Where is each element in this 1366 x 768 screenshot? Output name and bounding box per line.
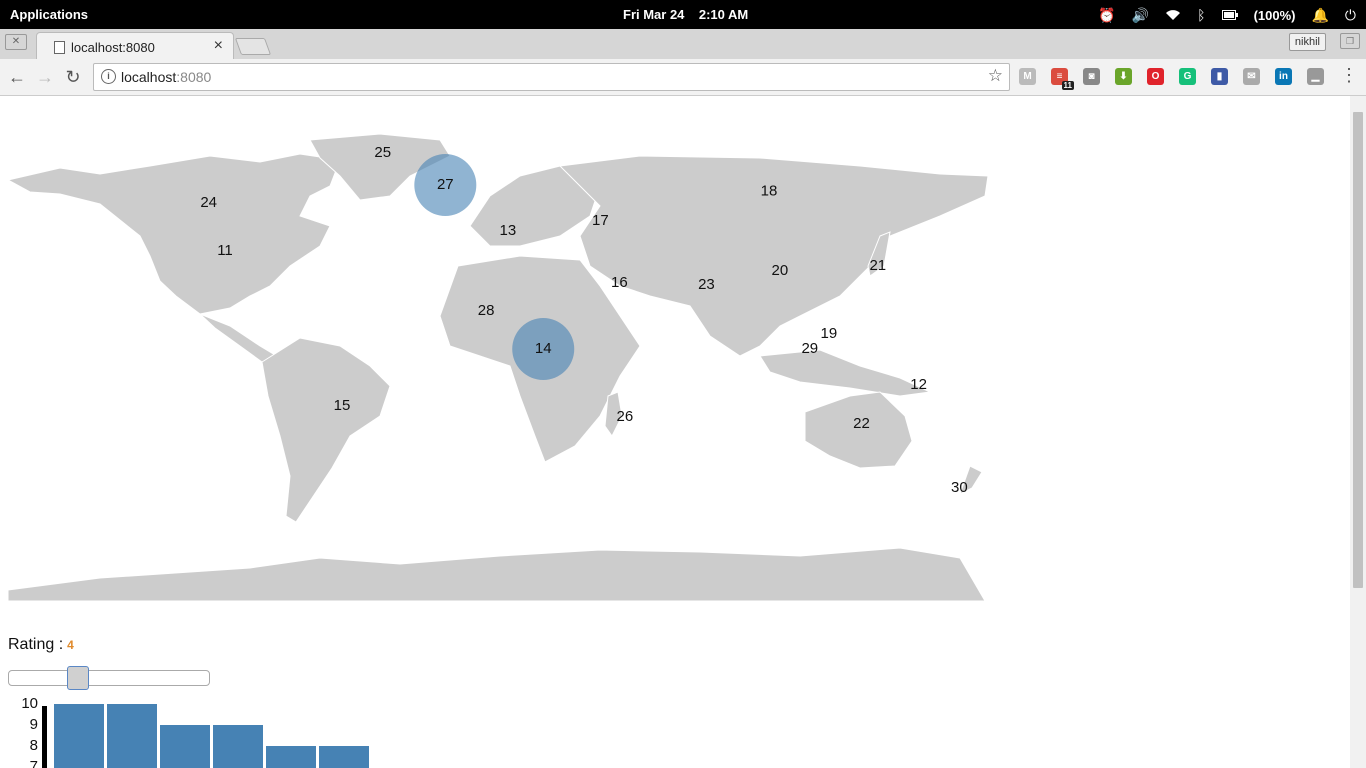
map-label-29[interactable]: 29 xyxy=(801,340,818,357)
url-port: :8080 xyxy=(176,69,212,85)
map-label-11[interactable]: 11 xyxy=(217,242,233,259)
applications-menu[interactable]: Applications xyxy=(10,7,88,22)
gmail-extension-icon[interactable]: M xyxy=(1019,68,1036,85)
scrollbar-thumb[interactable] xyxy=(1353,112,1363,588)
map-label-15[interactable]: 15 xyxy=(334,397,351,414)
bookmark-star-icon[interactable]: ☆ xyxy=(988,66,1003,86)
page-scrollbar[interactable] xyxy=(1350,96,1366,768)
system-clock[interactable]: Fri Mar 24 2:10 AM xyxy=(623,7,748,22)
linkedin-extension-icon[interactable]: in xyxy=(1275,68,1292,85)
browser-tab[interactable]: localhost:8080 × xyxy=(36,32,234,60)
wifi-icon[interactable] xyxy=(1165,9,1181,21)
inbox-extension-icon[interactable]: ✉ xyxy=(1243,68,1260,85)
bar-2[interactable] xyxy=(107,704,157,768)
bluetooth-icon[interactable]: ᛒ xyxy=(1197,7,1205,23)
se-asia-islands-shape xyxy=(759,349,932,397)
bar-6[interactable] xyxy=(319,746,369,768)
window-restore-button[interactable]: ❐ xyxy=(1340,33,1360,49)
tab-title: localhost:8080 xyxy=(71,40,155,55)
map-label-26[interactable]: 26 xyxy=(616,408,633,425)
map-label-25[interactable]: 25 xyxy=(374,144,391,161)
window-close-button[interactable]: ✕ xyxy=(5,34,27,50)
north-america-shape xyxy=(6,153,341,315)
y-tick-10: 10 xyxy=(21,695,38,712)
forward-arrow-icon[interactable]: → xyxy=(33,65,57,89)
rating-slider-handle[interactable] xyxy=(67,666,89,690)
camera-extension-icon[interactable]: ◙ xyxy=(1083,68,1100,85)
map-label-19[interactable]: 19 xyxy=(820,325,837,342)
tab-close-icon[interactable]: × xyxy=(214,37,223,55)
bar-3[interactable] xyxy=(160,725,210,768)
bar-1[interactable] xyxy=(54,704,104,768)
map-label-21[interactable]: 21 xyxy=(869,257,886,274)
browser-menu-icon[interactable]: ⋮ xyxy=(1340,65,1358,86)
map-label-22[interactable]: 22 xyxy=(853,415,870,432)
central-america-shape xyxy=(199,313,282,363)
y-axis-ticks: 10 9 8 7 xyxy=(21,695,38,768)
new-tab-button[interactable] xyxy=(234,38,272,55)
page-icon xyxy=(54,41,65,54)
rating-value: 4 xyxy=(67,638,74,652)
page-content: 25 27 24 11 18 17 13 16 23 20 21 28 14 19 29 12 15 26 22 30… xyxy=(0,96,1350,768)
url-text: localhost:8080 xyxy=(121,69,211,85)
south-america-shape xyxy=(261,337,391,523)
world-land xyxy=(6,133,989,602)
power-icon[interactable]: ⏻ xyxy=(1345,7,1356,24)
rating-slider[interactable] xyxy=(8,666,210,690)
y-tick-7: 7 xyxy=(30,758,38,768)
map-label-30[interactable]: 30 xyxy=(951,479,968,496)
map-label-13[interactable]: 13 xyxy=(500,222,517,239)
download-extension-icon[interactable]: ⬇ xyxy=(1115,68,1132,85)
y-tick-8: 8 xyxy=(30,737,38,754)
url-host: localhost xyxy=(121,69,177,85)
battery-icon[interactable] xyxy=(1221,10,1238,20)
map-label-12[interactable]: 12 xyxy=(910,376,927,393)
map-label-16[interactable]: 16 xyxy=(611,274,628,291)
battery-percentage: (100%) xyxy=(1253,7,1296,23)
map-label-23[interactable]: 23 xyxy=(698,276,715,293)
bars xyxy=(54,704,369,768)
browser-toolbar: ← → ↻ i localhost:8080 ☆ M ≡ 11 ◙ ⬇ O G ▮ ✉ in ▁ ⋮ xyxy=(0,59,1366,96)
rating-bar-chart: 10 9 8 7 xyxy=(21,695,369,768)
rating-display: Rating :4 xyxy=(8,636,74,654)
todoist-extension-icon[interactable]: ≡ 11 xyxy=(1051,68,1074,90)
reload-icon[interactable]: ↻ xyxy=(61,65,85,89)
map-label-17[interactable]: 17 xyxy=(592,212,609,229)
map-label-14[interactable]: 14 xyxy=(535,340,552,357)
bar-4[interactable] xyxy=(213,725,263,768)
map-label-28[interactable]: 28 xyxy=(478,302,495,319)
alarm-icon[interactable]: ⏰ xyxy=(1098,7,1115,24)
profile-button[interactable]: nikhil xyxy=(1288,33,1326,51)
world-map: 25 27 24 11 18 17 13 16 23 20 21 28 14 1929 12 15 26 22 30 xyxy=(6,133,989,602)
notification-bell-icon[interactable]: 🔔 xyxy=(1311,7,1328,24)
grammarly-extension-icon[interactable]: G xyxy=(1179,68,1196,85)
address-bar[interactable]: i localhost:8080 ☆ xyxy=(93,63,1010,91)
system-top-bar: Applications Fri Mar 24 2:10 AM ⏰ 🔊 ᛒ (1… xyxy=(0,0,1366,29)
antarctica-shape xyxy=(7,547,986,602)
map-label-20[interactable]: 20 xyxy=(772,262,789,279)
stats-extension-icon[interactable]: ▁ xyxy=(1307,68,1324,85)
map-label-27[interactable]: 27 xyxy=(437,176,454,193)
bookmark-extension-icon[interactable]: ▮ xyxy=(1211,68,1228,85)
opera-extension-icon[interactable]: O xyxy=(1147,68,1164,85)
y-axis-line xyxy=(42,706,47,768)
back-arrow-icon[interactable]: ← xyxy=(5,65,29,89)
bar-5[interactable] xyxy=(266,746,316,768)
site-info-icon[interactable]: i xyxy=(101,69,116,84)
y-tick-9: 9 xyxy=(30,716,38,733)
browser-tab-strip: ✕ localhost:8080 × nikhil ❐ xyxy=(0,29,1366,60)
map-label-24[interactable]: 24 xyxy=(200,194,217,211)
volume-icon[interactable]: 🔊 xyxy=(1132,7,1149,24)
extension-badge: 11 xyxy=(1061,81,1074,90)
rating-label: Rating : xyxy=(8,636,64,653)
map-label-18[interactable]: 18 xyxy=(761,183,778,200)
system-tray: ⏰ 🔊 ᛒ (100%) 🔔 ⏻ xyxy=(1098,4,1356,26)
